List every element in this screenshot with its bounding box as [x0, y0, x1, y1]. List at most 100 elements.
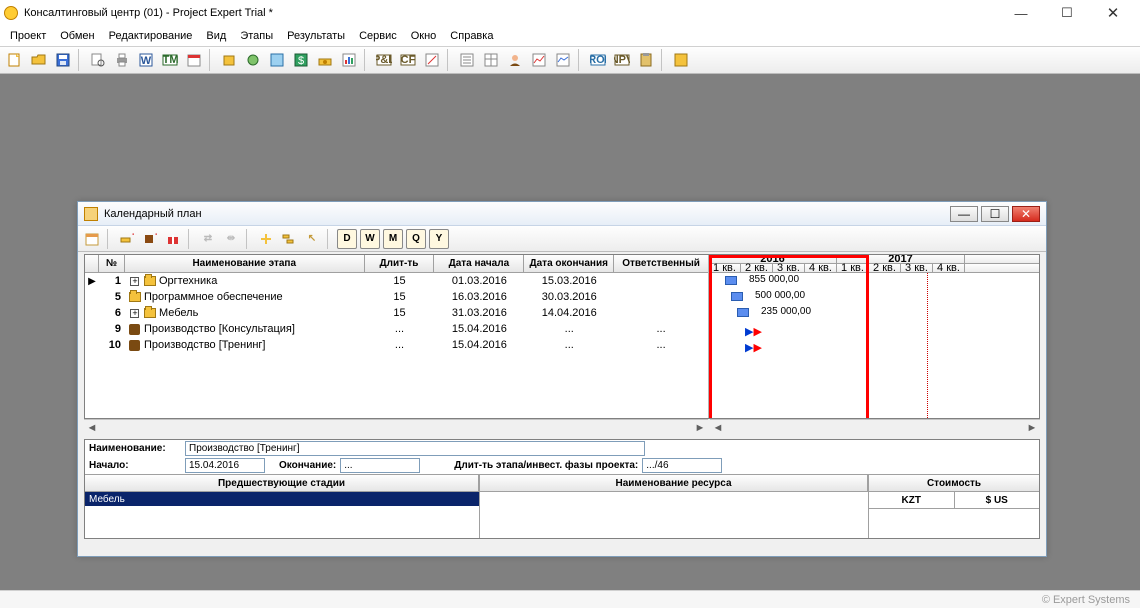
col-dur[interactable]: Длит-ть — [365, 255, 435, 272]
detail-end-field[interactable]: ... — [340, 458, 420, 473]
detail-name-label: Наименование: — [89, 443, 181, 454]
minimize-button[interactable]: — — [998, 0, 1044, 26]
ctb-scale-d[interactable]: D — [337, 229, 357, 249]
child-close-button[interactable]: ✕ — [1012, 206, 1040, 222]
col-start[interactable]: Дата начала — [434, 255, 524, 272]
gantt-row[interactable]: ▶▶ — [709, 337, 1039, 353]
ctb-add-icon[interactable] — [256, 229, 276, 249]
gantt-hscroll[interactable]: ◄► — [710, 419, 1040, 435]
tb-results-icon[interactable] — [338, 49, 360, 71]
gantt-row[interactable]: ▶▶ — [709, 321, 1039, 337]
table-row[interactable]: 10Производство [Тренинг]...15.04.2016...… — [85, 337, 708, 353]
tb-roi-icon[interactable]: ROI — [587, 49, 609, 71]
ctb-group-icon[interactable] — [279, 229, 299, 249]
svg-text:P&L: P&L — [376, 54, 392, 66]
ctb-scale-w[interactable]: W — [360, 229, 380, 249]
app-title: Консалтинговый центр (01) - Project Expe… — [24, 7, 998, 19]
tb-company-icon[interactable] — [218, 49, 240, 71]
table-row[interactable]: 9Производство [Консультация]...15.04.201… — [85, 321, 708, 337]
svg-text:$: $ — [298, 55, 304, 67]
child-minimize-button[interactable]: — — [950, 206, 978, 222]
ctb-scale-q[interactable]: Q — [406, 229, 426, 249]
col-kzt[interactable]: KZT — [869, 492, 955, 508]
tb-oper-plan-icon[interactable]: $ — [290, 49, 312, 71]
menu-edit[interactable]: Редактирование — [103, 28, 199, 44]
ctb-calendar-icon[interactable] — [82, 229, 102, 249]
col-end[interactable]: Дата окончания — [524, 255, 614, 272]
detail-start-label: Начало: — [89, 460, 181, 471]
tb-word-icon[interactable]: W — [135, 49, 157, 71]
menu-results[interactable]: Результаты — [281, 28, 351, 44]
col-resp[interactable]: Ответственный — [614, 255, 708, 272]
tb-pl-icon[interactable]: P&L — [373, 49, 395, 71]
tb-npv-icon[interactable]: NPV — [611, 49, 633, 71]
close-button[interactable]: ✕ — [1090, 0, 1136, 26]
tb-print-preview-icon[interactable] — [87, 49, 109, 71]
child-toolbar: + + ⇄ ⇹ ↖ D W M Q Y — [78, 226, 1046, 252]
detail-panel: Наименование: Производство [Тренинг] Нач… — [84, 439, 1040, 539]
tb-save-icon[interactable] — [52, 49, 74, 71]
gantt-row[interactable]: 855 000,00 — [709, 273, 1039, 289]
tb-html-icon[interactable]: HTML — [159, 49, 181, 71]
gantt-quarter: 3 кв. — [901, 264, 933, 272]
tb-environment-icon[interactable] — [242, 49, 264, 71]
ctb-add-stage-icon[interactable]: + — [117, 229, 137, 249]
col-cost[interactable]: Стоимость — [869, 475, 1039, 491]
table-row[interactable]: 6+Мебель1531.03.201614.04.2016 — [85, 305, 708, 321]
menu-exchange[interactable]: Обмен — [54, 28, 100, 44]
menu-view[interactable]: Вид — [200, 28, 232, 44]
col-num[interactable]: № — [99, 255, 125, 272]
gantt-chart[interactable]: 20162017 1 кв.2 кв.3 кв.4 кв.1 кв.2 кв.3… — [709, 255, 1039, 418]
tb-chart2-icon[interactable] — [552, 49, 574, 71]
tb-tables-icon[interactable] — [480, 49, 502, 71]
gantt-bar[interactable] — [731, 292, 743, 301]
ctb-link-icon[interactable]: ⇄ — [198, 229, 218, 249]
calendar-icon — [84, 207, 98, 221]
tb-new-icon[interactable] — [4, 49, 26, 71]
tb-detail-icon[interactable] — [456, 49, 478, 71]
tb-calendar-icon[interactable] — [183, 49, 205, 71]
mdi-area: Календарный план — ☐ ✕ + + ⇄ ⇹ ↖ — [0, 74, 1140, 590]
menu-help[interactable]: Справка — [444, 28, 499, 44]
ctb-scale-m[interactable]: M — [383, 229, 403, 249]
ctb-pointer-icon[interactable]: ↖ — [302, 229, 322, 249]
col-name[interactable]: Наименование этапа — [125, 255, 365, 272]
tb-invest-plan-icon[interactable] — [266, 49, 288, 71]
table-row[interactable]: 5Программное обеспечение1516.03.201630.0… — [85, 289, 708, 305]
grid-hscroll[interactable]: ◄► — [84, 419, 708, 435]
tb-cf-icon[interactable]: CF — [397, 49, 419, 71]
maximize-button[interactable]: ☐ — [1044, 0, 1090, 26]
ctb-gift-icon[interactable] — [163, 229, 183, 249]
col-resource[interactable]: Наименование ресурса — [480, 475, 868, 491]
detail-start-field[interactable]: 15.04.2016 — [185, 458, 265, 473]
table-row[interactable]: ▶1+Оргтехника1501.03.201615.03.2016 — [85, 273, 708, 289]
col-usd[interactable]: $ US — [955, 492, 1040, 508]
tb-financing-icon[interactable] — [314, 49, 336, 71]
gantt-row[interactable]: 235 000,00 — [709, 305, 1039, 321]
tb-chart1-icon[interactable] — [528, 49, 550, 71]
gantt-bar[interactable] — [725, 276, 737, 285]
svg-text:CF: CF — [401, 54, 416, 66]
ctb-add-prod-icon[interactable]: + — [140, 229, 160, 249]
tb-user-icon[interactable] — [504, 49, 526, 71]
child-titlebar[interactable]: Календарный план — ☐ ✕ — [78, 202, 1046, 226]
tb-extra-icon[interactable] — [670, 49, 692, 71]
gantt-bar[interactable] — [737, 308, 749, 317]
detail-dur-field[interactable]: .../46 — [642, 458, 722, 473]
menu-window[interactable]: Окно — [405, 28, 443, 44]
detail-name-field[interactable]: Производство [Тренинг] — [185, 441, 645, 456]
col-prev-stages[interactable]: Предшествующие стадии — [85, 475, 479, 491]
gantt-row[interactable]: 500 000,00 — [709, 289, 1039, 305]
menu-service[interactable]: Сервис — [353, 28, 403, 44]
tb-balance-icon[interactable] — [421, 49, 443, 71]
child-maximize-button[interactable]: ☐ — [981, 206, 1009, 222]
tb-clipboard-icon[interactable] — [635, 49, 657, 71]
ctb-unlink-icon[interactable]: ⇹ — [221, 229, 241, 249]
stage-grid[interactable]: № Наименование этапа Длит-ть Дата начала… — [85, 255, 709, 418]
prev-stage-row[interactable]: Мебель — [85, 492, 479, 506]
menu-project[interactable]: Проект — [4, 28, 52, 44]
tb-print-icon[interactable] — [111, 49, 133, 71]
menu-stages[interactable]: Этапы — [234, 28, 279, 44]
ctb-scale-y[interactable]: Y — [429, 229, 449, 249]
tb-open-icon[interactable] — [28, 49, 50, 71]
